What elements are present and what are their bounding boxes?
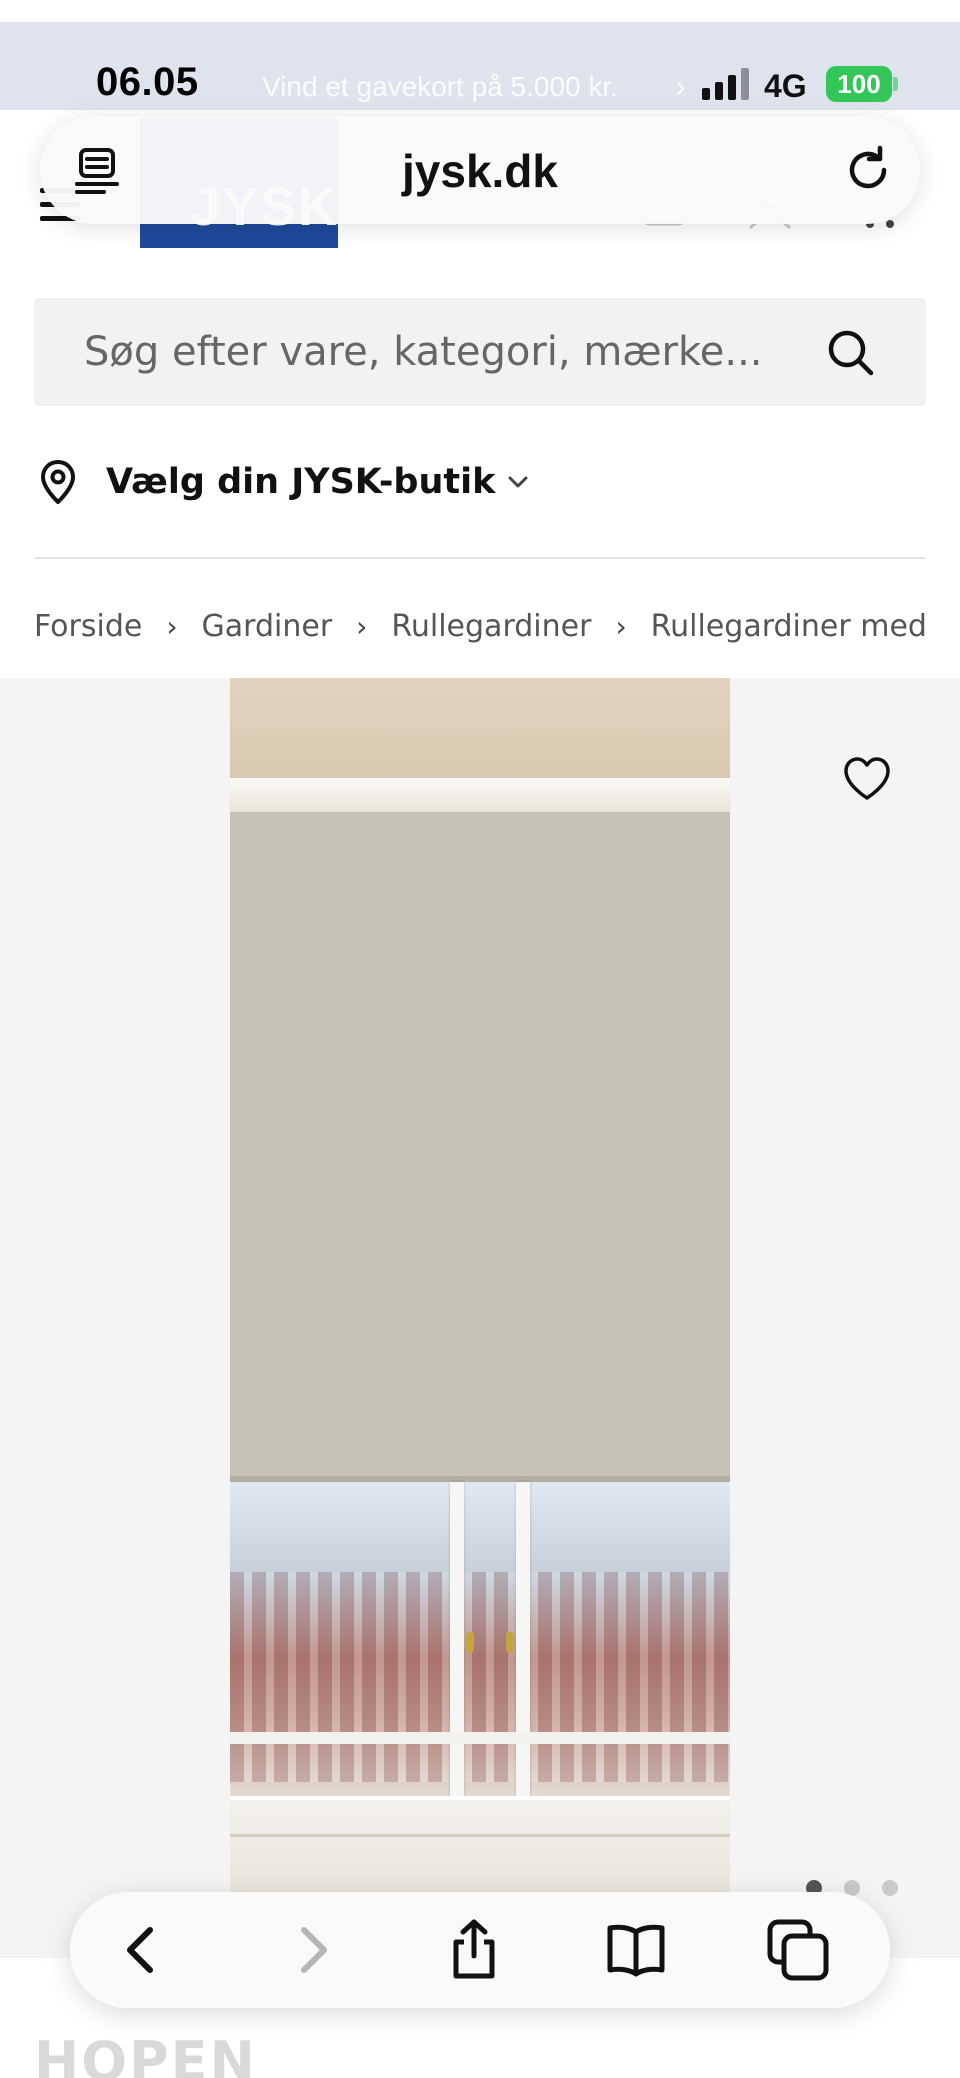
- chevron-down-icon: [508, 476, 528, 488]
- status-marquee: Vind et gavekort på 5.000 kr.: [262, 71, 618, 102]
- search-box[interactable]: [34, 298, 926, 406]
- reload-icon[interactable]: [840, 142, 896, 198]
- bookmarks-button[interactable]: [604, 1918, 668, 1982]
- back-icon: [127, 1927, 153, 1973]
- battery-tip: [893, 77, 898, 91]
- store-picker-label[interactable]: Vælg din JYSK-butik: [106, 462, 495, 502]
- bookmarks-icon: [607, 1924, 665, 1977]
- image-rooftops: [230, 1572, 730, 1782]
- breadcrumb-item-forside[interactable]: Forside: [34, 609, 142, 644]
- image-sill-line: [230, 1834, 730, 1837]
- pagination-dot[interactable]: [882, 1880, 898, 1896]
- image-blind-rail: [230, 778, 730, 814]
- image-window-handle: [506, 1632, 514, 1652]
- image-transom: [230, 1732, 730, 1744]
- tabs-button[interactable]: [766, 1918, 830, 1982]
- product-gallery[interactable]: [0, 678, 960, 1958]
- search-input[interactable]: [84, 298, 824, 406]
- search-icon[interactable]: [826, 328, 876, 378]
- chevron-right-icon: ›: [676, 71, 686, 102]
- status-time: 06.05: [96, 60, 199, 104]
- share-icon: [453, 1919, 495, 1979]
- share-button[interactable]: [442, 1918, 506, 1982]
- image-mullion: [450, 1482, 464, 1802]
- breadcrumb-separator: ›: [356, 609, 368, 643]
- status-bar: 06.05 Vind et gavekort på 5.000 kr. › 4G…: [0, 22, 960, 110]
- breadcrumb-item-rullegardiner[interactable]: Rullegardiner: [391, 609, 591, 644]
- product-title: HOPEN: [34, 2030, 257, 2078]
- store-picker[interactable]: Vælg din JYSK-butik: [34, 452, 531, 512]
- forward-button[interactable]: [280, 1918, 344, 1982]
- network-type: 4G: [764, 68, 807, 104]
- divider: [34, 557, 926, 559]
- image-blind-fabric: [230, 812, 730, 1480]
- browser-toolbar: [70, 1892, 890, 2008]
- image-window-view: [230, 1482, 730, 1802]
- url-text[interactable]: jysk.dk: [40, 144, 920, 198]
- forward-icon: [301, 1927, 327, 1973]
- breadcrumb-separator: ›: [166, 609, 178, 643]
- battery-icon: 100: [826, 66, 892, 102]
- battery-level: 100: [837, 68, 881, 99]
- image-window-handle: [466, 1632, 474, 1652]
- breadcrumb: Forside › Gardiner › Rullegardiner › Rul…: [34, 604, 926, 648]
- browser-url-bar[interactable]: jysk.dk: [40, 116, 920, 224]
- location-pin-icon: [41, 460, 75, 504]
- back-button[interactable]: [110, 1918, 174, 1982]
- tabs-icon: [767, 1919, 829, 1981]
- breadcrumb-item-current[interactable]: Rullegardiner med mø: [651, 609, 926, 644]
- image-mullion: [516, 1482, 530, 1802]
- product-image[interactable]: [230, 678, 730, 1958]
- heart-icon[interactable]: [840, 752, 894, 806]
- signal-icon: [702, 68, 750, 100]
- image-wall: [230, 678, 730, 788]
- breadcrumb-item-gardiner[interactable]: Gardiner: [202, 609, 333, 644]
- breadcrumb-separator: ›: [615, 609, 627, 643]
